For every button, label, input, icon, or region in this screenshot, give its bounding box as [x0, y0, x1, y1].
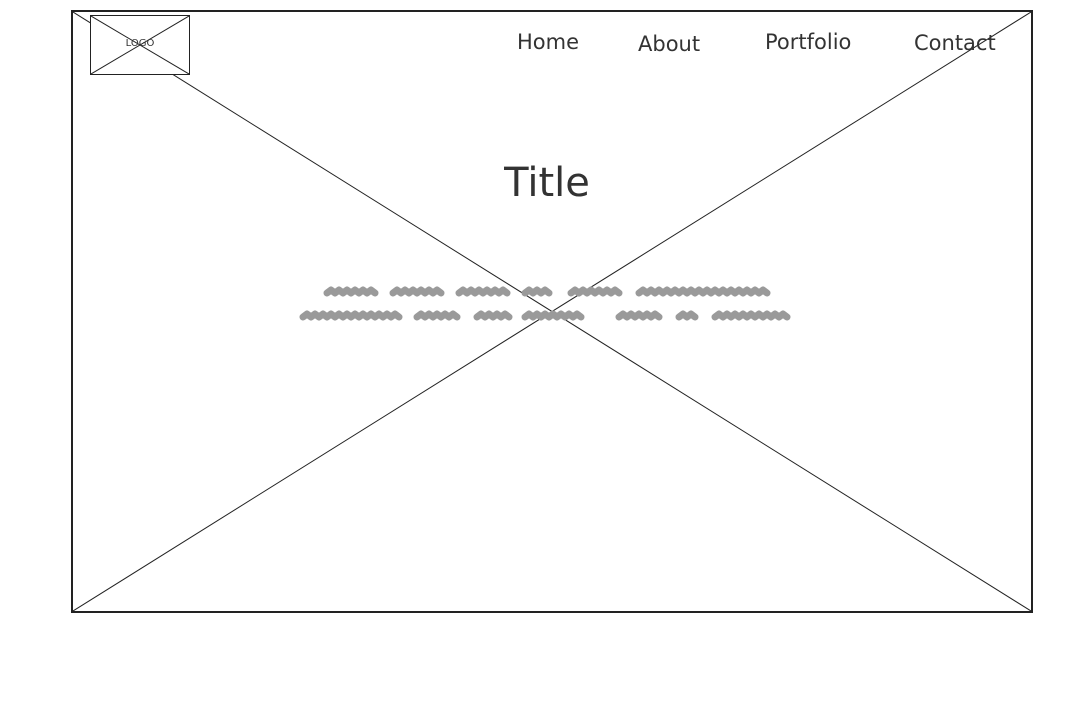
- nav-portfolio-link[interactable]: Portfolio: [765, 30, 851, 54]
- placeholder-body-text-scribble: [299, 286, 791, 321]
- nav-about-link[interactable]: About: [638, 32, 700, 56]
- hero-title: Title: [504, 160, 590, 206]
- logo-label: LOGO: [125, 38, 155, 49]
- logo-placeholder[interactable]: LOGO: [90, 15, 190, 75]
- hero-image-placeholder: LOGO Home About Portfolio Contact Title: [71, 10, 1033, 613]
- nav-home-link[interactable]: Home: [517, 30, 579, 54]
- nav-contact-link[interactable]: Contact: [914, 31, 996, 55]
